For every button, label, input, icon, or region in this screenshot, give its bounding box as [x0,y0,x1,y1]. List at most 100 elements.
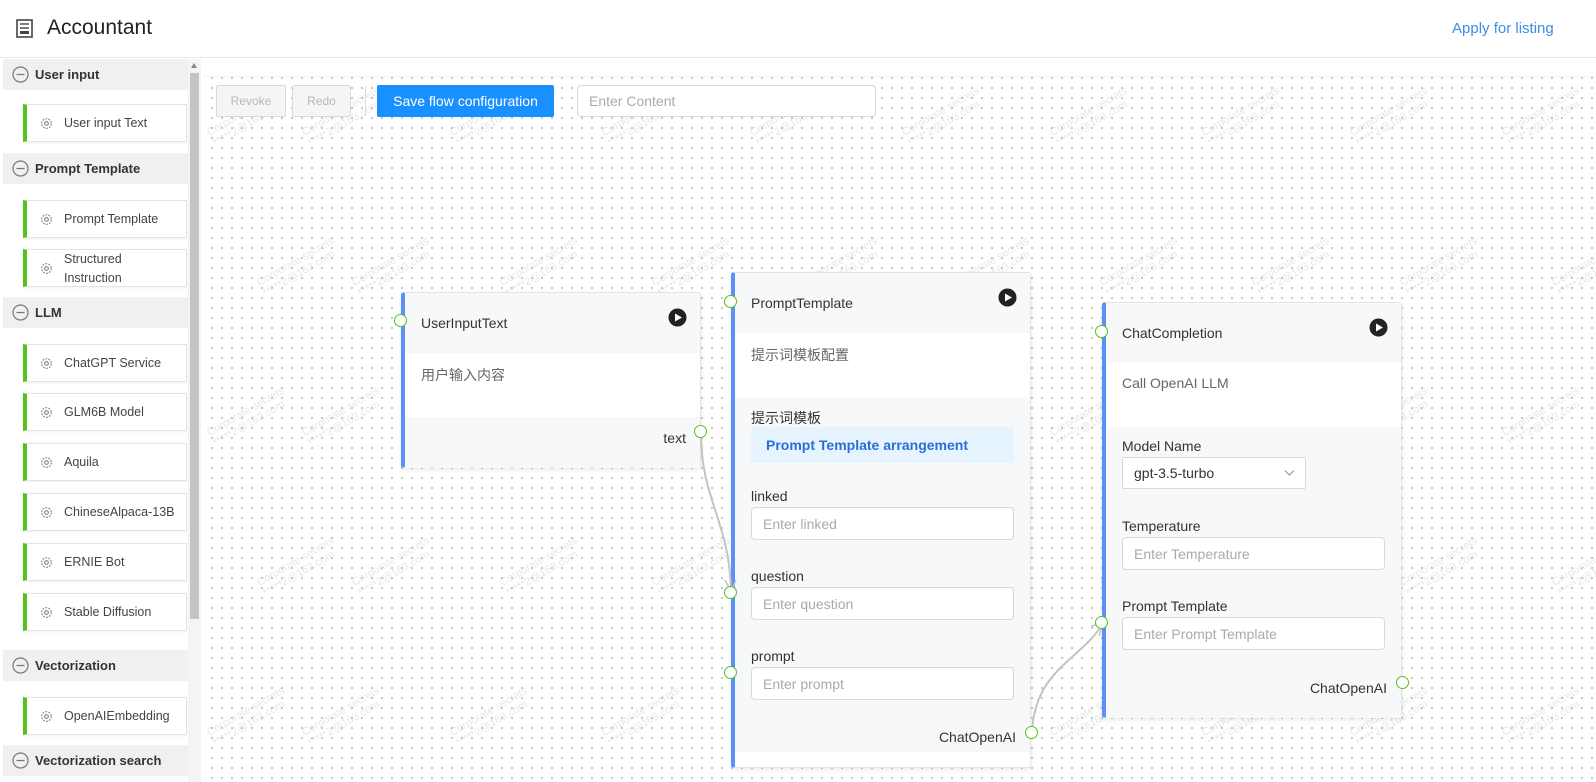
save-flow-button[interactable]: Save flow configuration [377,85,554,117]
redo-button[interactable]: Redo [292,85,351,117]
node-prompt-template[interactable]: PromptTemplate 提示词模板配置 提示词模板 Prompt Temp… [731,272,1031,768]
revoke-button[interactable]: Revoke [216,85,286,117]
input-port-prompt-template[interactable] [1095,616,1108,629]
prompt-template-input[interactable] [1122,617,1385,650]
output-label-text: text [663,430,686,446]
gear-icon [41,407,52,418]
play-icon[interactable] [668,308,687,327]
sidebar-item-label: OpenAIEmbedding [64,709,170,723]
category-vectorization-search[interactable]: Vectorization search [3,745,188,776]
linked-input[interactable] [751,507,1014,540]
input-port-prompt[interactable] [724,666,737,679]
document-icon [16,19,33,38]
field-label-prompt-template: Prompt Template [1122,598,1228,614]
category-label: User input [35,67,100,82]
collapse-icon[interactable] [12,160,29,177]
input-port[interactable] [724,295,737,308]
question-input[interactable] [751,587,1014,620]
scroll-up-icon[interactable] [191,63,197,68]
input-port-question[interactable] [724,586,737,599]
category-user-input[interactable]: User input [3,59,188,90]
temperature-input[interactable] [1122,537,1385,570]
toolbar-divider [365,86,366,116]
node-output-band [405,417,700,468]
output-label-chatopenai: ChatOpenAI [1309,680,1387,696]
node-chat-completion[interactable]: ChatCompletion Call OpenAI LLM Model Nam… [1102,302,1402,718]
output-port-text[interactable] [694,425,707,438]
collapse-icon[interactable] [12,66,29,83]
node-description: Call OpenAI LLM [1122,375,1229,391]
app-header: Accountant Apply for listing [0,0,1596,58]
prompt-input[interactable] [751,667,1014,700]
sidebar-item-label: Prompt Template [64,212,159,226]
sidebar-item-openaiembedding[interactable]: OpenAIEmbedding [23,697,187,735]
sidebar-item-chatgpt-service[interactable]: ChatGPT Service [23,344,187,382]
input-port[interactable] [394,314,407,327]
sidebar-item-label: Stable Diffusion [64,605,152,619]
sidebar-item-label: User input Text [64,116,148,130]
sidebar-item-label: Aquila [64,455,99,469]
sidebar-item-label: ERNIE Bot [64,555,125,569]
model-name-value: gpt-3.5-turbo [1134,465,1215,481]
prompt-template-arrangement-button[interactable]: Prompt Template arrangement [751,427,1014,463]
category-vectorization[interactable]: Vectorization [3,650,188,681]
category-label: LLM [35,305,62,320]
gear-icon [41,507,52,518]
gear-icon [41,607,52,618]
field-label-model-name: Model Name [1122,438,1202,454]
sidebar-item-aquila[interactable]: Aquila [23,443,187,481]
search-input[interactable] [577,85,876,117]
model-name-select[interactable]: gpt-3.5-turbo [1122,457,1306,489]
play-icon[interactable] [1369,318,1388,337]
category-label: Prompt Template [35,161,141,176]
sidebar-item-label: ChatGPT Service [64,356,162,370]
gear-icon [41,711,52,722]
output-port-chatopenai[interactable] [1025,726,1038,739]
category-label: Vectorization [35,658,116,673]
template-label: 提示词模板 [751,410,821,426]
sidebar-item-label: Structured Instruction [64,252,122,285]
sidebar-item-label: ChineseAlpaca-13B [64,505,175,519]
apply-for-listing-link[interactable]: Apply for listing [1452,20,1554,37]
collapse-icon[interactable] [12,657,29,674]
sidebar-item-glm6b-model[interactable]: GLM6B Model [23,393,187,431]
node-title: ChatCompletion [1122,325,1223,341]
output-label-chatopenai: ChatOpenAI [938,729,1016,745]
sidebar-scrollbar[interactable] [188,59,201,782]
sidebar-item-structured-instruction[interactable]: Structured Instruction [23,249,187,287]
gear-icon [41,263,52,274]
app-title: Accountant [47,16,153,39]
sidebar-item-user-input-text[interactable]: User input Text [23,104,187,142]
node-user-input-text[interactable]: UserInputText 用户输入内容 text [401,292,701,468]
node-title: PromptTemplate [751,295,853,311]
gear-icon [41,457,52,468]
component-sidebar: User input User input Text Prompt Templa… [0,59,202,782]
node-title: UserInputText [421,315,508,331]
output-port-chatopenai[interactable] [1396,676,1409,689]
play-icon[interactable] [998,288,1017,307]
node-description: 用户输入内容 [421,367,505,383]
node-description: 提示词模板配置 [751,347,849,363]
sidebar-item-prompt-template[interactable]: Prompt Template [23,200,187,238]
input-port[interactable] [1095,325,1108,338]
scrollbar-thumb[interactable] [190,73,199,619]
gear-icon [41,214,52,225]
gear-icon [41,358,52,369]
field-label-prompt: prompt [751,648,795,664]
field-label-temperature: Temperature [1122,518,1201,534]
toolbar-strip [203,59,1596,77]
sidebar-item-ernie-bot[interactable]: ERNIE Bot [23,543,187,581]
gear-icon [41,118,52,129]
chevron-down-icon [1284,470,1295,476]
category-llm[interactable]: LLM [3,297,188,328]
collapse-icon[interactable] [12,304,29,321]
category-prompt-template[interactable]: Prompt Template [3,153,188,184]
sidebar-item-stable-diffusion[interactable]: Stable Diffusion [23,593,187,631]
field-label-question: question [751,568,804,584]
field-label-linked: linked [751,488,788,504]
gear-icon [41,557,52,568]
collapse-icon[interactable] [12,752,29,769]
sidebar-item-chinesealpaca[interactable]: ChineseAlpaca-13B [23,493,187,531]
sidebar-item-label: GLM6B Model [64,405,144,419]
category-label: Vectorization search [35,753,162,768]
